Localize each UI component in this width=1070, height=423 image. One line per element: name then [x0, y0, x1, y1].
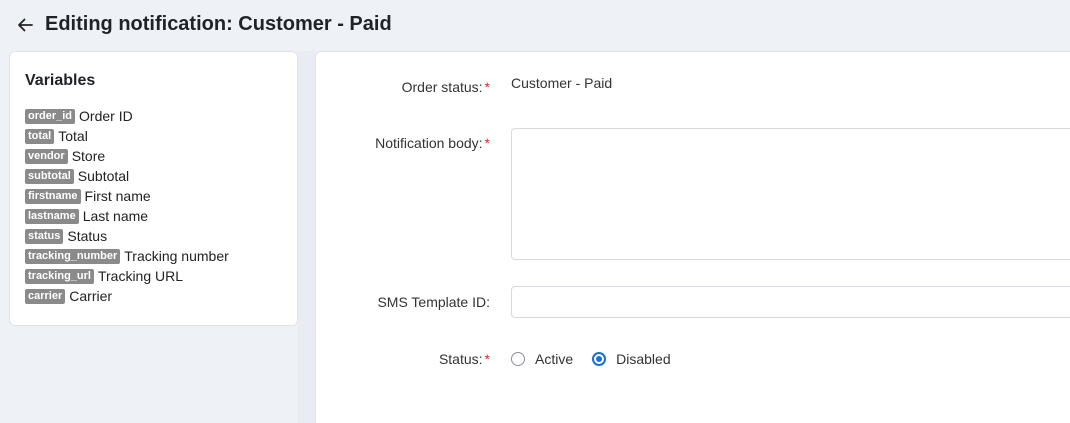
arrow-left-icon	[18, 18, 33, 32]
variable-label: Store	[71, 148, 106, 164]
variable-item-total: total Total	[25, 126, 229, 146]
variable-label: Total	[58, 128, 88, 144]
variable-item-subtotal: subtotal Subtotal	[25, 166, 229, 186]
order-status-label: Order status: *	[401, 79, 490, 95]
variable-tag: vendor	[25, 148, 68, 164]
variable-item-vendor: vendor Store	[25, 146, 229, 166]
variable-label: Status	[67, 228, 108, 244]
sms-template-id-label: SMS Template ID:	[377, 294, 490, 310]
variable-item-lastname: lastname Last name	[25, 206, 229, 226]
variable-label: Carrier	[69, 288, 113, 304]
variable-item-tracking-number: tracking_number Tracking number	[25, 246, 229, 266]
variable-item-tracking-url: tracking_url Tracking URL	[25, 266, 229, 286]
order-status-value: Customer - Paid	[511, 75, 613, 91]
variables-title: Variables	[25, 72, 96, 89]
variable-tag: order_id	[25, 108, 76, 124]
variable-item-order-id: order_id Order ID	[25, 106, 229, 126]
variable-tag: carrier	[25, 288, 66, 304]
variable-label: Tracking URL	[97, 268, 184, 284]
notification-form: Order status: * Customer - Paid Notificat…	[315, 51, 1070, 423]
status-option-active[interactable]: Active	[511, 351, 573, 367]
disabled-radio[interactable]	[592, 352, 607, 366]
variable-label: Tracking number	[124, 248, 229, 264]
disabled-radio-label[interactable]: Disabled	[616, 351, 670, 367]
variable-tag: tracking_url	[25, 268, 94, 284]
variable-tag: tracking_number	[25, 248, 121, 264]
variable-item-carrier: carrier Carrier	[25, 286, 229, 306]
variables-panel: Variables order_id Order ID total Total vend…	[9, 51, 298, 326]
page-header: Editing notification: Customer - Paid	[0, 0, 1070, 50]
variable-item-status: status Status	[25, 226, 229, 246]
variable-item-firstname: firstname First name	[25, 186, 229, 206]
variable-tag: firstname	[25, 188, 81, 204]
sms-template-id-input[interactable]	[511, 286, 1070, 318]
variables-list: order_id Order ID total Total vendor Store sub…	[25, 106, 229, 306]
variable-tag: status	[25, 228, 64, 244]
column-gutter	[298, 51, 315, 423]
status-label: Status: *	[438, 351, 490, 367]
status-radio-group: Active Disabled	[511, 351, 690, 367]
variable-tag: total	[25, 128, 55, 144]
variable-label: Subtotal	[77, 168, 130, 184]
page-title: Editing notification: Customer - Paid	[45, 13, 392, 35]
variable-label: Last name	[82, 208, 149, 224]
status-option-disabled[interactable]: Disabled	[592, 351, 671, 367]
variable-tag: subtotal	[25, 168, 74, 184]
variable-tag: lastname	[25, 208, 79, 224]
notification-body-label: Notification body: *	[375, 135, 490, 151]
back-button[interactable]	[14, 14, 36, 36]
variable-label: First name	[84, 188, 151, 204]
variable-label: Order ID	[79, 108, 133, 124]
active-radio[interactable]	[511, 352, 525, 366]
active-radio-label[interactable]: Active	[535, 351, 573, 367]
notification-body-textarea[interactable]	[511, 128, 1070, 260]
